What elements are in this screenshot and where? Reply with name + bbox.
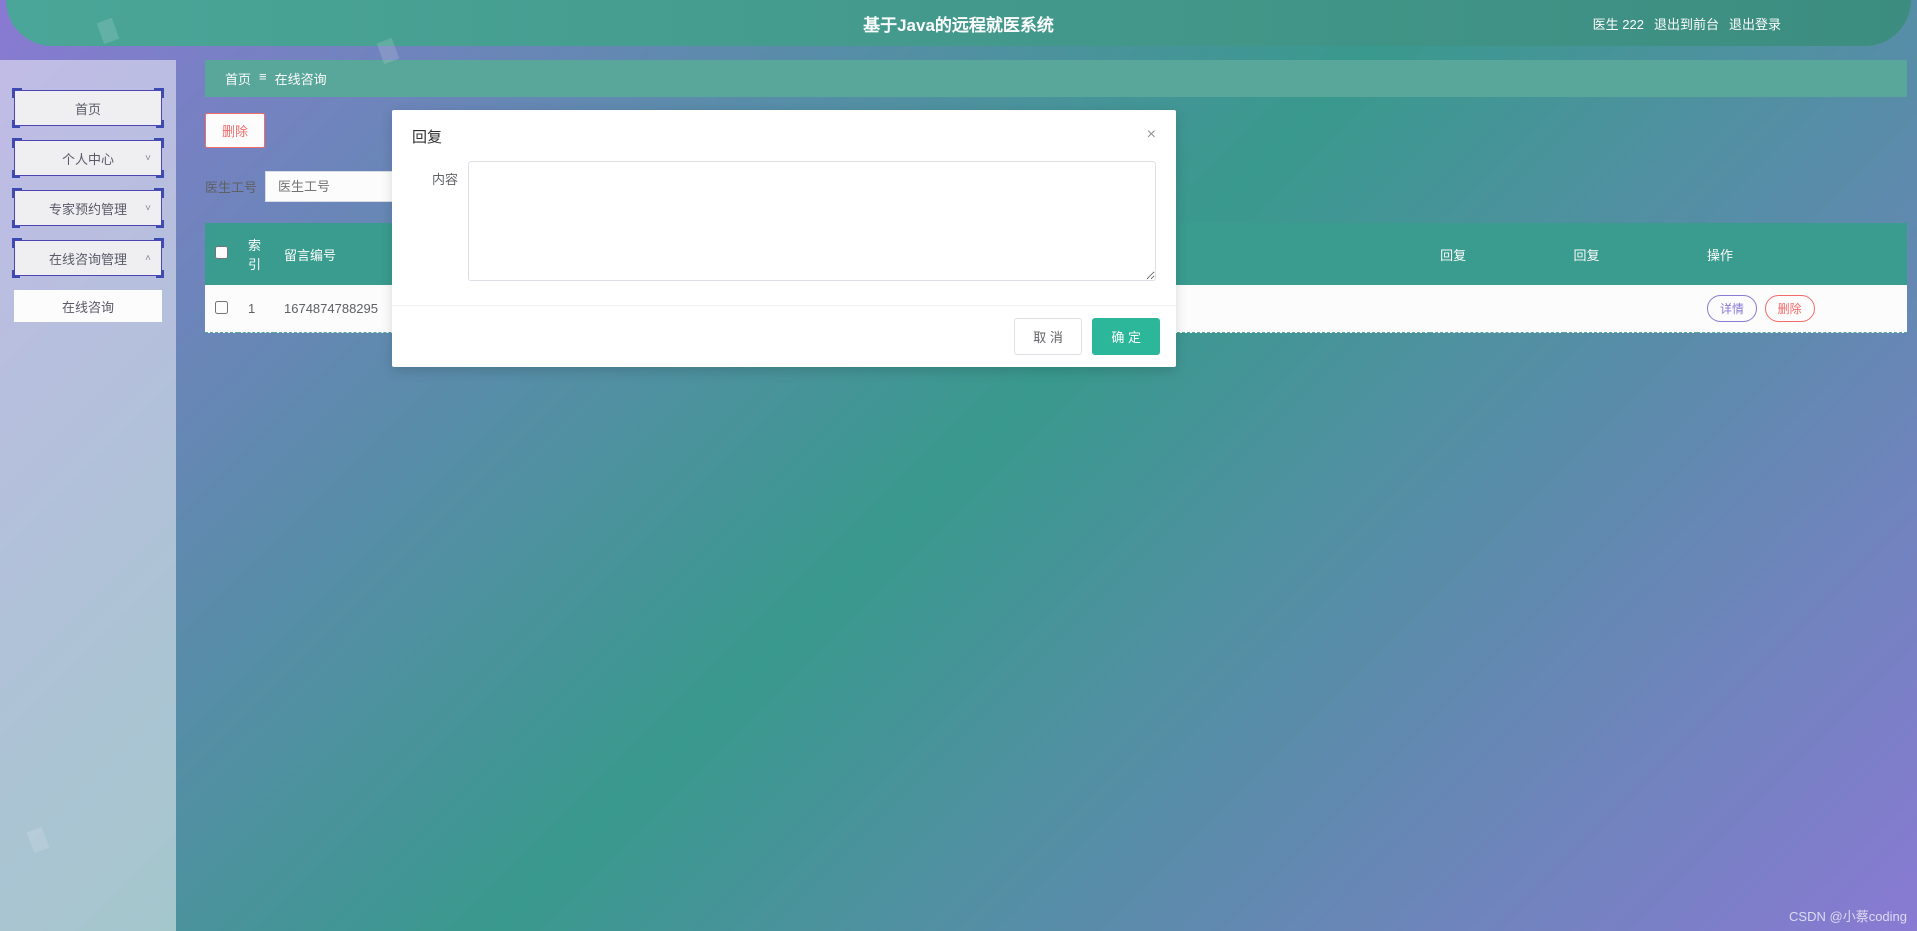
watermark: CSDN @小蔡coding bbox=[1789, 906, 1907, 925]
modal-title: 回复 bbox=[412, 126, 442, 147]
modal-content-label: 内容 bbox=[432, 161, 468, 281]
cancel-button[interactable]: 取 消 bbox=[1014, 318, 1082, 355]
confirm-button[interactable]: 确 定 bbox=[1092, 318, 1160, 355]
modal-body: 内容 bbox=[392, 153, 1176, 305]
modal-header: 回复 × bbox=[392, 110, 1176, 153]
modal-footer: 取 消 确 定 bbox=[392, 305, 1176, 367]
reply-modal: 回复 × 内容 取 消 确 定 bbox=[392, 110, 1176, 367]
close-icon[interactable]: × bbox=[1147, 126, 1156, 147]
modal-overlay[interactable]: 回复 × 内容 取 消 确 定 bbox=[0, 0, 1917, 931]
reply-content-textarea[interactable] bbox=[468, 161, 1156, 281]
